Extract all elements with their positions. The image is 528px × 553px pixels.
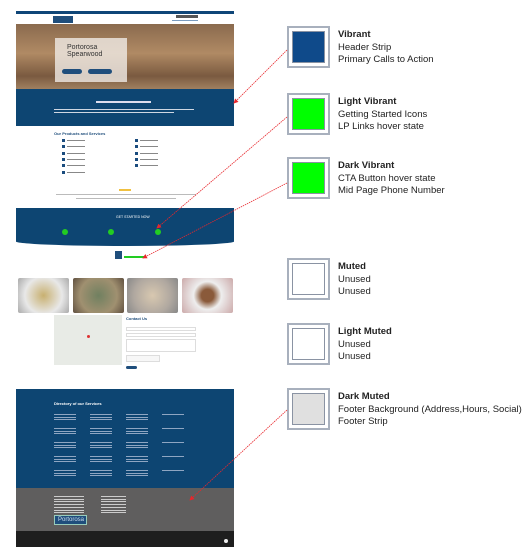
arrow-light-vibrant <box>156 116 288 229</box>
arrows <box>142 49 288 501</box>
arrow-dark-vibrant <box>142 182 288 259</box>
arrow-vibrant <box>233 49 288 104</box>
arrow-dark-muted <box>189 409 288 501</box>
